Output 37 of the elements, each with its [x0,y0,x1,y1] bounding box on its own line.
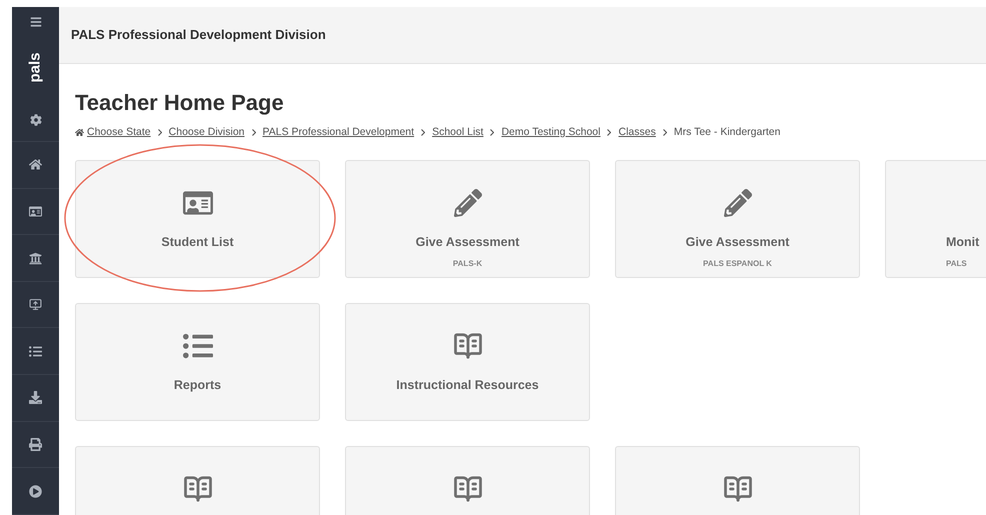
home-icon[interactable] [29,158,42,172]
chevron-icon [421,128,426,136]
upload-screen-icon[interactable] [29,298,42,312]
download-icon[interactable] [29,391,42,404]
print-icon[interactable] [29,438,42,452]
page-title: Teacher Home Page [75,89,285,116]
bank-icon[interactable] [29,252,42,265]
book-icon [452,474,482,504]
chevron-icon [490,128,494,136]
logo: pals [28,52,43,83]
pencil-icon [454,189,482,218]
book-icon [182,474,212,504]
menu-card[interactable]: Student List [75,160,320,278]
book-icon [722,474,752,504]
menu-card[interactable]: Reports [75,303,320,422]
breadcrumb-link[interactable]: PALS Professional Development [262,124,414,140]
chevron-icon [607,128,612,136]
chevron-icon [662,128,667,136]
menu-card[interactable]: Monit PALS [885,160,986,278]
breadcrumb-link[interactable]: Choose Division [168,124,245,140]
play-icon[interactable] [29,484,42,498]
menu-card[interactable]: Instructional Resources [345,303,590,422]
breadcrumb-link[interactable]: Classes [618,124,656,140]
breadcrumb-current: Mrs Tee - Kindergarten [674,124,780,140]
chevron-icon [158,128,162,136]
header-title: PALS Professional Development Division [71,26,326,44]
menu-card[interactable]: Give Assessment PALS ESPANOL K [615,160,860,278]
list-icon[interactable] [29,344,42,358]
breadcrumb-link[interactable]: School List [432,124,484,140]
chevron-icon [252,128,256,136]
pencil-icon [724,189,752,218]
breadcrumb-link[interactable]: Demo Testing School [501,124,600,140]
id-card-icon[interactable] [29,204,42,218]
home-icon [75,128,84,137]
menu-card[interactable]: Give Assessment PALS-K [345,160,590,278]
breadcrumb-link[interactable]: Choose State [87,124,151,140]
book-icon [452,331,482,362]
